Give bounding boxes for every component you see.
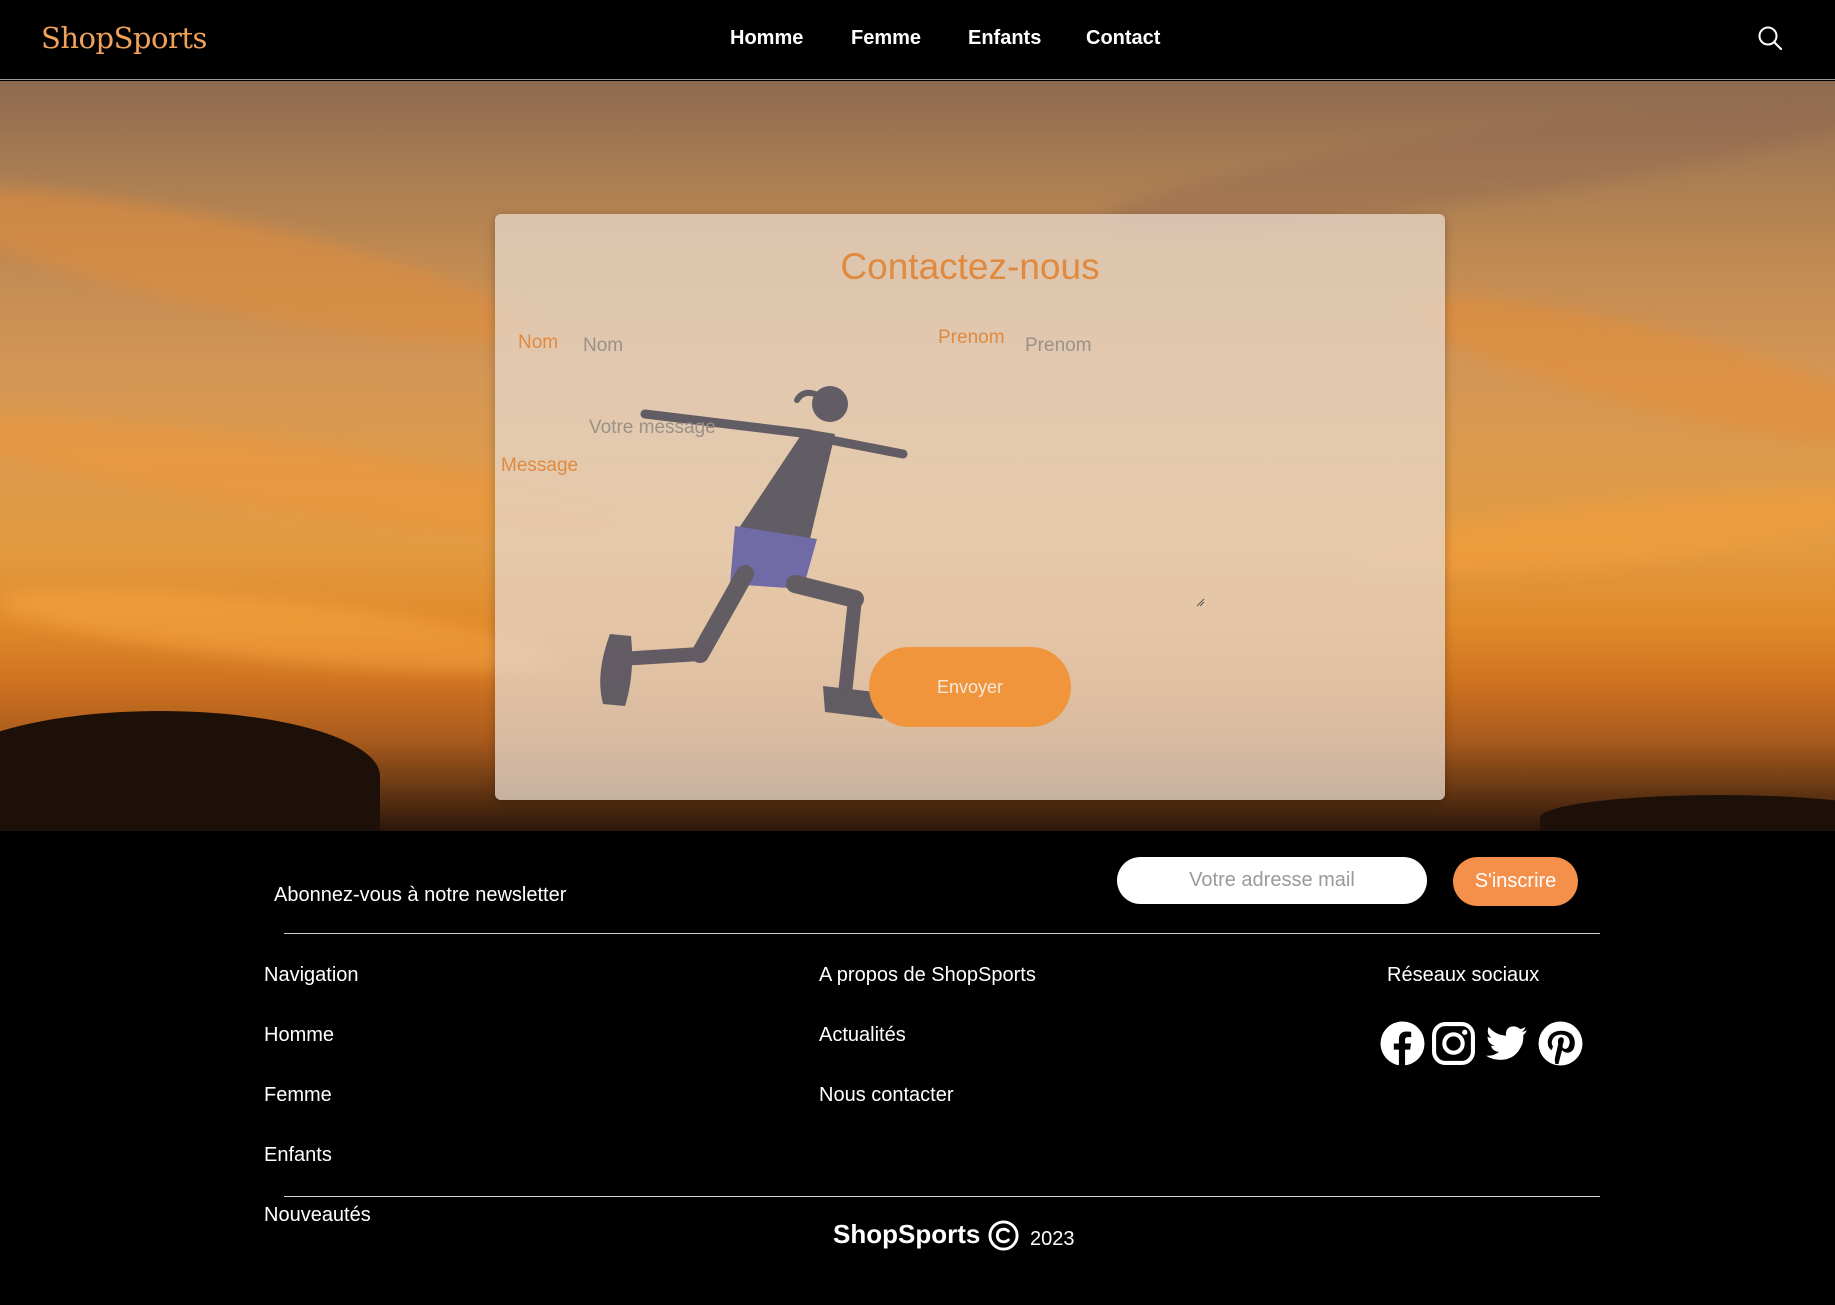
about-heading: A propos de ShopSports <box>819 964 1036 986</box>
pinterest-icon[interactable] <box>1538 1021 1583 1066</box>
message-label: Message <box>501 455 579 476</box>
prenom-label: Prenom <box>938 327 1005 348</box>
contact-form-card: Contactez-nous Nom Prenom Message <box>495 214 1445 800</box>
footer-link-femme[interactable]: Femme <box>264 1084 332 1107</box>
search-icon[interactable] <box>1757 25 1783 51</box>
cloud <box>0 571 562 691</box>
twitter-icon[interactable] <box>1484 1021 1529 1066</box>
logo[interactable]: ShopSports <box>41 21 207 55</box>
social-heading: Réseaux sociaux <box>1387 964 1540 986</box>
send-button[interactable]: Envoyer <box>869 647 1071 727</box>
facebook-icon[interactable] <box>1380 1021 1425 1066</box>
nav-homme[interactable]: Homme <box>730 27 803 50</box>
message-textarea[interactable] <box>589 417 1209 607</box>
newsletter-email-input[interactable] <box>1117 857 1427 904</box>
newsletter-text: Abonnez-vous à notre newsletter <box>274 884 567 906</box>
footer-brand: ShopSports <box>833 1219 981 1249</box>
nom-label: Nom <box>518 332 559 353</box>
copyright-icon <box>988 1220 1019 1251</box>
footer-link-nouveautes[interactable]: Nouveautés <box>264 1204 371 1227</box>
resize-grip-icon[interactable] <box>1195 597 1205 607</box>
subscribe-button[interactable]: S'inscrire <box>1453 857 1578 906</box>
hero-background: Contactez-nous Nom Prenom Message <box>0 81 1835 831</box>
instagram-icon[interactable] <box>1431 1021 1476 1066</box>
footer-link-enfants[interactable]: Enfants <box>264 1144 332 1167</box>
cloud <box>1398 269 1835 473</box>
hill-right <box>1540 795 1835 831</box>
copyright-year: 2023 <box>1030 1228 1075 1250</box>
prenom-input[interactable] <box>1025 331 1345 361</box>
footer-link-nous-contacter[interactable]: Nous contacter <box>819 1084 954 1107</box>
footer-link-actualites[interactable]: Actualités <box>819 1024 906 1047</box>
navigation-heading: Navigation <box>264 964 359 986</box>
cloud <box>0 157 543 375</box>
nav-femme[interactable]: Femme <box>851 27 921 50</box>
footer-divider-bottom <box>284 1196 1600 1197</box>
form-title: Contactez-nous <box>840 246 1100 287</box>
hill-left <box>0 711 380 831</box>
nav-contact[interactable]: Contact <box>1086 27 1160 50</box>
nav-enfants[interactable]: Enfants <box>968 27 1041 50</box>
site-footer: Abonnez-vous à notre newsletter S'inscri… <box>0 831 1835 1305</box>
footer-link-homme[interactable]: Homme <box>264 1024 334 1047</box>
site-header: ShopSports Homme Femme Enfants Contact <box>0 0 1835 80</box>
footer-divider-top <box>284 933 1600 934</box>
nom-input[interactable] <box>583 331 903 361</box>
